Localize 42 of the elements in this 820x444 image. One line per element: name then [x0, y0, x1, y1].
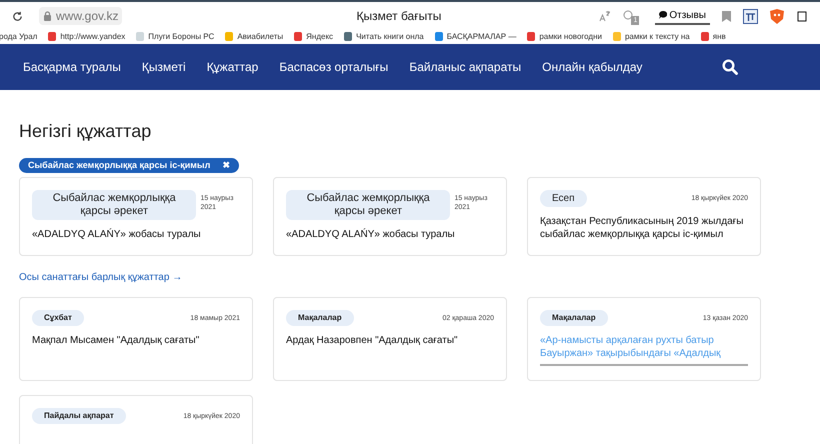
reload-icon[interactable]	[12, 10, 23, 22]
nav-link[interactable]: Баспасөз орталығы	[279, 58, 388, 76]
page-title: Қызмет бағыты	[356, 8, 442, 25]
bookmark-item[interactable]: Читать книги онла	[344, 30, 424, 42]
translate-icon[interactable]	[599, 10, 612, 22]
nav-link[interactable]: Онлайн қабылдау	[542, 58, 642, 76]
bookmark-item[interactable]: Яндекс	[294, 30, 334, 42]
bookmark-item[interactable]: янв	[700, 30, 726, 42]
address-field[interactable]: www.gov.kz	[39, 7, 122, 25]
bookmark-item[interactable]: Авиабилеты	[225, 30, 284, 42]
category-tag: Сыбайлас жемқорлыққа қарсы әрекет	[32, 190, 196, 220]
lock-icon	[43, 11, 52, 21]
category-tag: Сұхбат	[32, 310, 84, 326]
document-title[interactable]: «ADALDYQ ALAŃY» жобасы туралы	[286, 228, 494, 241]
pi-extension-icon[interactable]	[743, 8, 758, 24]
feedback-button[interactable]: Отзывы	[655, 8, 710, 24]
close-button[interactable]: ✖	[222, 158, 230, 172]
category-tag: Пайдалы ақпарат	[32, 408, 126, 424]
all-documents-link[interactable]: Осы санаттағы барлық құжаттар →	[19, 270, 182, 285]
nav-link[interactable]: Байланыс ақпараты	[409, 58, 522, 76]
search-icon[interactable]	[722, 59, 738, 75]
nav-link[interactable]: Басқарма туралы	[23, 58, 121, 76]
category-tag: Есеп	[540, 190, 587, 207]
nav-link[interactable]: Құжаттар	[206, 58, 258, 76]
category-tag: Мақалалар	[286, 310, 354, 326]
shield-icon[interactable]	[770, 8, 784, 24]
filter-chip[interactable]: Сыбайлас жемқорлыққа қарсы іс-қимыл ✖	[19, 158, 240, 173]
bookmark-item[interactable]: рамки к тексту на	[612, 30, 690, 42]
category-tag: Мақалалар	[540, 310, 608, 326]
document-title[interactable]: Мақпал Мысамен "Адалдық сағаты"	[32, 334, 240, 347]
document-title[interactable]: Қазақстан Республикасының 2019 жылдағы сыбайлас жемқорлыққа қарсы іс-қимыл	[540, 215, 748, 241]
document-title[interactable]: «ADALDYQ ALAŃY» жобасы туралы	[32, 228, 240, 241]
nav-link[interactable]: Қызметі	[142, 58, 186, 76]
bookmark-icon[interactable]	[722, 10, 731, 22]
speech-bubble-icon	[659, 11, 668, 19]
bookmark-item[interactable]: http://www.yandex	[48, 30, 126, 42]
bookmark-item[interactable]: БАСҚАРМАЛАР —	[434, 30, 516, 42]
page-heading: Негізгі құжаттар	[19, 120, 152, 142]
category-tag: Сыбайлас жемқорлыққа қарсы әрекет	[286, 190, 450, 220]
bookmark-item[interactable]: Плуги Бороны РС	[136, 30, 214, 42]
document-title[interactable]: Ардақ Назаровпен "Адалдық сағаты"	[286, 334, 494, 347]
bookmark-item[interactable]: рамки новогодни	[527, 30, 602, 42]
